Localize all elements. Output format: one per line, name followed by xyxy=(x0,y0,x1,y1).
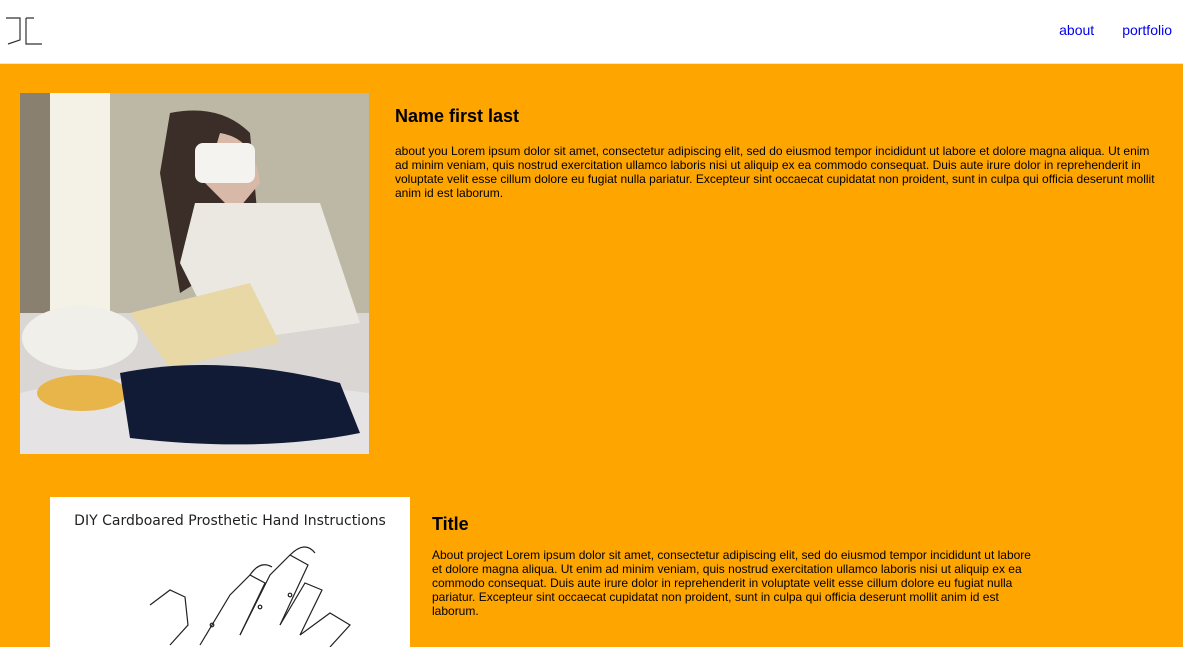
prosthetic-hand-drawing xyxy=(149,546,351,647)
main-nav: about portfolio xyxy=(1059,22,1172,38)
nav-link-portfolio[interactable]: portfolio xyxy=(1122,22,1172,38)
project-title: Title xyxy=(432,514,469,534)
profile-photo xyxy=(20,93,369,454)
jc-monogram-icon[interactable] xyxy=(4,16,44,46)
project-about-text: About project Lorem ipsum dolor sit amet… xyxy=(432,548,1031,618)
nav-link-about[interactable]: about xyxy=(1059,22,1094,38)
site-header: about portfolio xyxy=(0,0,1183,64)
main-content: Name first last about you Lorem ipsum do… xyxy=(0,64,1183,647)
project-image-caption: DIY Cardboared Prosthetic Hand Instructi… xyxy=(74,513,386,529)
profile-name: Name first last xyxy=(395,106,520,126)
project-image: DIY Cardboared Prosthetic Hand Instructi… xyxy=(50,497,410,647)
profile-about-text: about you Lorem ipsum dolor sit amet, co… xyxy=(395,144,1155,200)
